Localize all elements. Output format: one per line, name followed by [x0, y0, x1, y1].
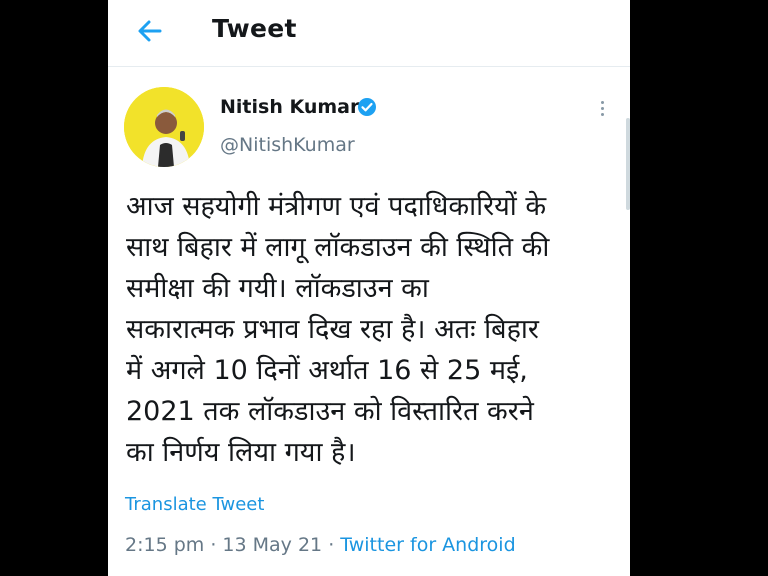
tweet-time: 2:15 pm: [125, 534, 205, 556]
author-handle[interactable]: @NitishKumar: [220, 134, 355, 156]
tweet-date: 13 May 21: [222, 534, 323, 556]
avatar[interactable]: [124, 87, 204, 167]
tweet-metadata: 2:15 pm · 13 May 21 · Twitter for Androi…: [125, 534, 516, 556]
profile-photo-image: [124, 87, 204, 167]
author-name[interactable]: Nitish Kumar: [220, 96, 359, 118]
verified-badge-icon: [358, 98, 376, 116]
tweet-text: आज सहयोगी मंत्रीगण एवं पदाधिकारियों के स…: [126, 191, 550, 468]
back-button[interactable]: [132, 13, 168, 49]
tweet-source-link[interactable]: Twitter for Android: [340, 534, 515, 556]
arrow-left-icon: [138, 20, 162, 42]
top-app-bar: Tweet: [108, 0, 630, 67]
page-title: Tweet: [212, 14, 297, 43]
scrollbar[interactable]: [626, 118, 630, 210]
translate-tweet-link[interactable]: Translate Tweet: [125, 494, 264, 515]
more-vertical-icon: [600, 101, 604, 104]
tweet-screen: Tweet Nitish Kumar @NitishKumar आज सहयोग…: [108, 0, 630, 576]
meta-separator: ·: [210, 534, 217, 556]
more-options-button[interactable]: [592, 98, 612, 122]
meta-separator: ·: [328, 534, 335, 556]
